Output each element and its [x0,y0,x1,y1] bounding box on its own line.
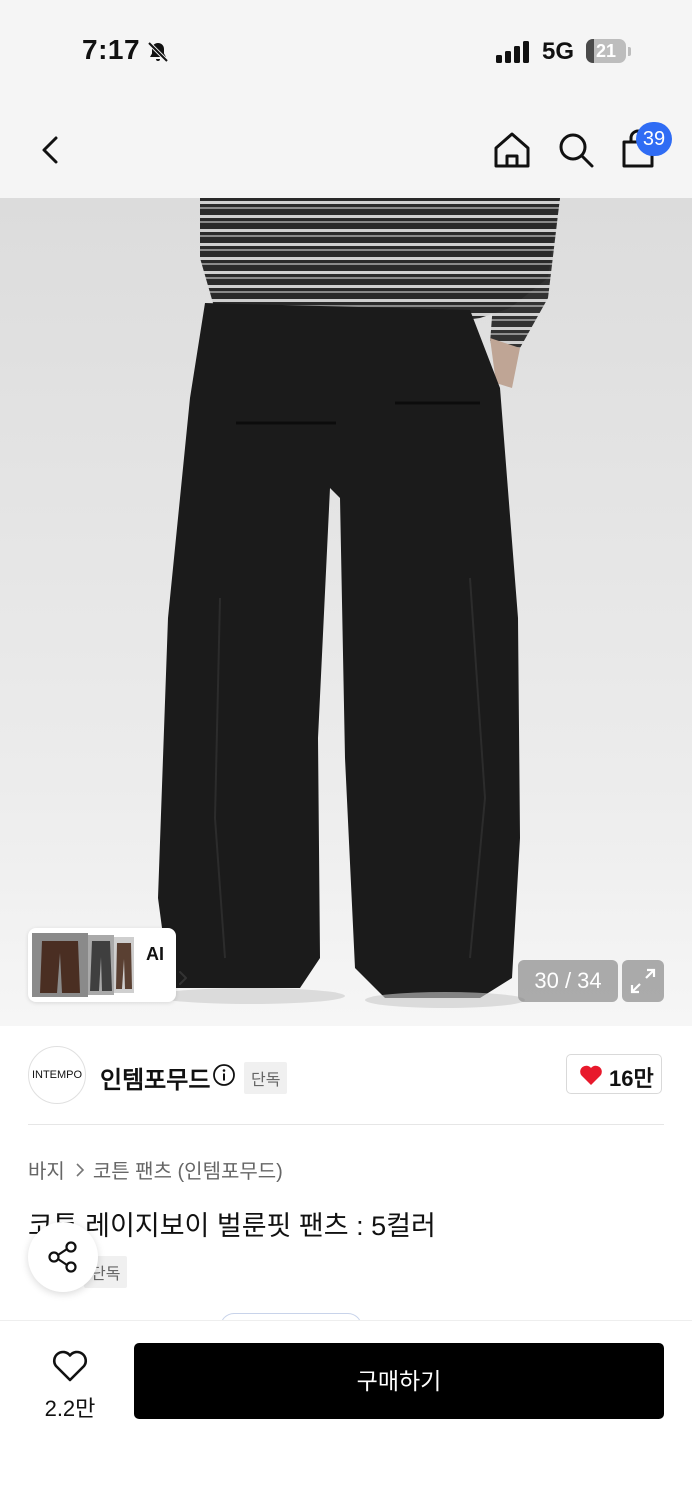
ai-thumbnail [32,933,134,997]
ai-label: AI [146,944,164,964]
heart-icon [580,1065,602,1085]
breadcrumb-category[interactable]: 바지 [28,1161,65,1183]
image-counter: 30 / 34 [518,960,618,1002]
expand-icon[interactable] [622,960,664,1002]
product-image[interactable] [0,198,692,1026]
status-time: 7:17 [82,34,141,65]
home-icon[interactable] [488,126,536,174]
brand-like-count: 16만 [609,1066,654,1091]
share-icon [48,1241,77,1273]
bottom-action-bar: 2.2만 구매하기 [0,1320,692,1501]
signal-icon [496,41,529,63]
brand-like-button[interactable]: 16만 [566,1054,662,1094]
bell-slash-icon [147,41,169,63]
network-type: 5G [542,38,575,65]
heart-outline-icon [53,1350,87,1382]
product-photo [0,198,692,1026]
divider [28,1124,664,1125]
breadcrumb-subcategory[interactable]: 코튼 팬츠 (인템포무드) [93,1161,283,1183]
breadcrumb: 바지 코튼 팬츠 (인템포무드) [28,1155,283,1184]
search-icon[interactable] [552,126,600,174]
chevron-right-icon [179,971,187,985]
wishlist-count: 2.2만 [44,1396,96,1421]
buy-button[interactable]: 구매하기 [134,1343,664,1419]
cart-count-badge: 39 [636,122,672,156]
exclusive-tag: 단독 [244,1062,288,1094]
battery-level: 21 [595,41,617,61]
top-nav-bar: 39 [0,100,692,198]
wishlist-button[interactable]: 2.2만 [28,1345,112,1425]
brand-logo[interactable]: INTEMPO [28,1046,86,1104]
brand-row: INTEMPO 인템포무드 단독 16만 [0,1026,692,1126]
chevron-right-icon [76,1162,84,1177]
share-button[interactable] [28,1222,98,1292]
ai-similar-items-card[interactable]: AI [28,928,187,1002]
battery-icon: 21 [586,39,632,65]
status-bar: 7:17 5G 21 [0,0,692,100]
info-icon[interactable] [212,1063,236,1087]
brand-name[interactable]: 인템포무드 [100,1060,210,1095]
back-icon[interactable] [28,126,76,174]
